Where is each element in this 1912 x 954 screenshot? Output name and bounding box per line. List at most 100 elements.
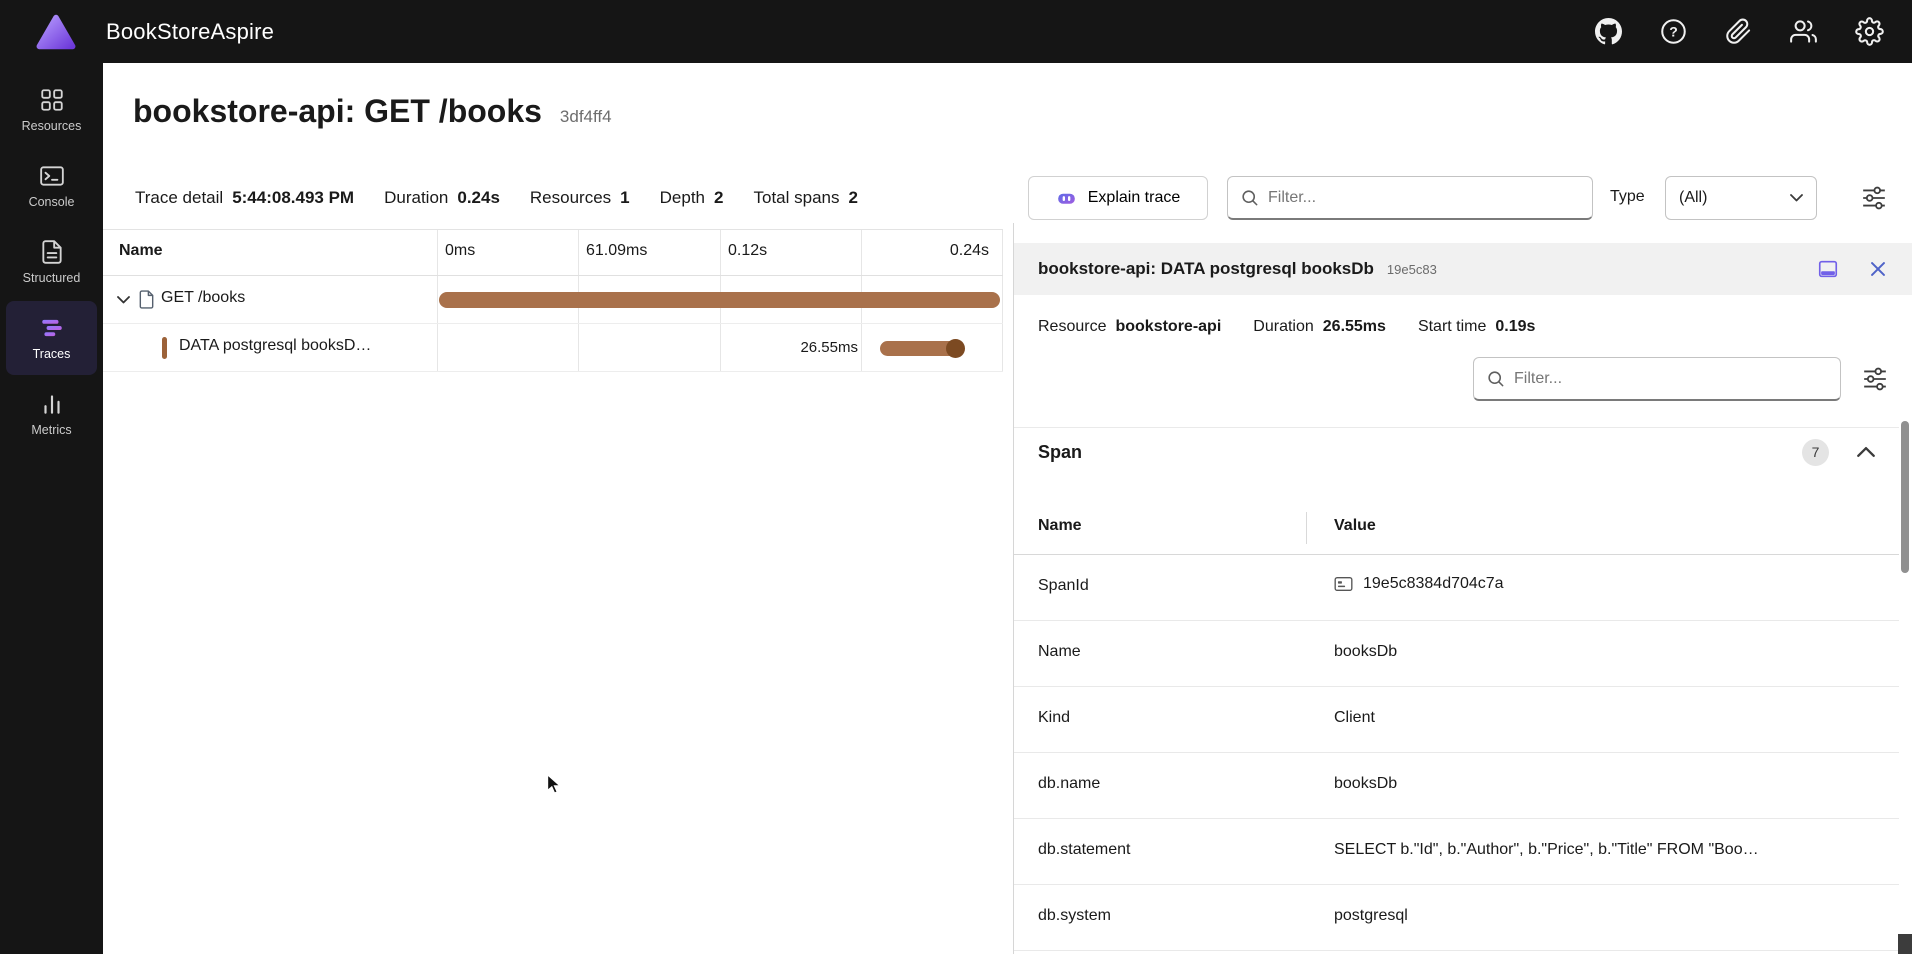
panel-filter-input[interactable]: [1514, 370, 1828, 388]
sidebar-item-resources[interactable]: Resources: [6, 73, 97, 147]
stat-value: 0.19s: [1495, 318, 1535, 336]
page-title: bookstore-api: GET /books: [133, 93, 542, 130]
panel-info-row: Resource bookstore-api Duration 26.55ms …: [1038, 318, 1535, 336]
column-divider: [1306, 512, 1307, 544]
panel-stat-duration: Duration 26.55ms: [1253, 318, 1386, 336]
time-tick: 0.24s: [950, 242, 989, 260]
panel-header: bookstore-api: DATA postgresql booksDb 1…: [1014, 243, 1912, 295]
sidebar-item-metrics[interactable]: Metrics: [6, 377, 97, 451]
feedback-paperclip-icon[interactable]: [1725, 18, 1752, 45]
sidebar-item-console[interactable]: Console: [6, 149, 97, 223]
properties-table-header: Name Value: [1014, 500, 1899, 555]
stat-label: Trace detail: [135, 188, 223, 208]
trace-id: 3df4ff4: [560, 107, 612, 127]
filter-options-icon[interactable]: [1861, 185, 1887, 211]
sidebar-label: Console: [29, 195, 75, 209]
settings-gear-icon[interactable]: [1855, 17, 1884, 46]
panel-filter-options-icon[interactable]: [1862, 366, 1888, 392]
stat-value: 2: [714, 188, 723, 208]
property-value: booksDb: [1334, 643, 1397, 661]
table-row[interactable]: Name booksDb: [1014, 621, 1899, 687]
panel-header-icons: [1817, 258, 1889, 280]
stat-label: Duration: [1253, 318, 1313, 336]
sidebar-item-structured[interactable]: Structured: [6, 225, 97, 299]
scrollbar-thumb[interactable]: [1901, 421, 1909, 573]
stat-value: 26.55ms: [1323, 318, 1386, 336]
structured-logs-icon: [39, 239, 65, 265]
traces-gantt-icon: [39, 315, 65, 341]
chevron-up-icon[interactable]: [1857, 445, 1875, 459]
app-title: BookStoreAspire: [106, 19, 274, 45]
span-row-child[interactable]: DATA postgresql booksD… 26.55ms: [103, 324, 1003, 372]
property-name: SpanId: [1038, 577, 1089, 595]
top-bar: BookStoreAspire ?: [0, 0, 1912, 63]
panel-filter-box: [1473, 357, 1841, 401]
github-icon[interactable]: [1595, 18, 1622, 45]
stat-value: bookstore-api: [1115, 318, 1221, 336]
stat-label: Start time: [1418, 318, 1486, 336]
close-icon[interactable]: [1867, 258, 1889, 280]
search-icon: [1240, 188, 1259, 207]
sidebar-item-traces[interactable]: Traces: [6, 301, 97, 375]
span-bar-child[interactable]: [880, 341, 964, 356]
span-details-panel: bookstore-api: DATA postgresql booksDb 1…: [1013, 223, 1912, 954]
trace-filter-box: [1227, 176, 1593, 220]
table-row[interactable]: SpanId 19e5c8384d704c7a: [1014, 555, 1899, 621]
time-tick: 0.12s: [728, 242, 767, 260]
mouse-cursor: [543, 773, 565, 795]
trace-summary-row: Trace detail 5:44:08.493 PM Duration 0.2…: [135, 176, 858, 220]
community-people-icon[interactable]: [1790, 18, 1817, 45]
table-row[interactable]: db.statement SELECT b."Id", b."Author", …: [1014, 819, 1899, 885]
stat-label: Depth: [660, 188, 705, 208]
stat-trace-detail: Trace detail 5:44:08.493 PM: [135, 188, 354, 208]
property-value: booksDb: [1334, 775, 1397, 793]
table-row[interactable]: db.system postgresql: [1014, 885, 1899, 951]
main-content: bookstore-api: GET /books 3df4ff4 Trace …: [103, 63, 1912, 954]
stat-total-spans: Total spans 2: [753, 188, 857, 208]
dock-panel-icon[interactable]: [1817, 258, 1839, 280]
span-color-tick: [162, 337, 167, 359]
panel-scrollbar[interactable]: [1898, 415, 1912, 954]
table-row[interactable]: db.name booksDb: [1014, 753, 1899, 819]
sidebar-label: Resources: [22, 119, 82, 133]
resources-grid-icon: [39, 87, 65, 113]
column-header-name: Name: [1038, 517, 1082, 535]
column-header-value: Value: [1334, 517, 1376, 535]
panel-title: bookstore-api: DATA postgresql booksDb: [1038, 259, 1374, 279]
property-value: postgresql: [1334, 907, 1408, 925]
span-name: DATA postgresql booksD…: [179, 337, 431, 355]
sidebar-label: Traces: [33, 347, 71, 361]
table-row[interactable]: Kind Client: [1014, 687, 1899, 753]
property-name: Kind: [1038, 709, 1070, 727]
sidebar-label: Metrics: [31, 423, 71, 437]
aspire-logo-icon: [36, 14, 76, 50]
property-name: Name: [1038, 643, 1081, 661]
type-select[interactable]: (All): [1665, 176, 1817, 220]
span-bar-root[interactable]: [439, 292, 1000, 308]
span-count-badge: 7: [1802, 439, 1829, 466]
trace-filter-input[interactable]: [1268, 189, 1580, 207]
stat-value: 1: [620, 188, 629, 208]
panel-stat-resource: Resource bookstore-api: [1038, 318, 1221, 336]
search-icon: [1486, 369, 1505, 388]
span-section-header[interactable]: Span 7: [1014, 428, 1899, 476]
stat-duration: Duration 0.24s: [384, 188, 500, 208]
chevron-down-icon: [1790, 194, 1803, 202]
stat-depth: Depth 2: [660, 188, 724, 208]
time-tick: 0ms: [445, 242, 475, 260]
panel-stat-start-time: Start time 0.19s: [1418, 318, 1536, 336]
explain-trace-button[interactable]: Explain trace: [1028, 176, 1208, 220]
page-title-row: bookstore-api: GET /books 3df4ff4: [133, 93, 612, 130]
scrollbar-bottom-button[interactable]: [1898, 934, 1912, 954]
stat-label: Duration: [384, 188, 448, 208]
help-icon[interactable]: ?: [1660, 18, 1687, 45]
span-event-knob: [946, 339, 965, 358]
document-icon: [139, 290, 154, 309]
span-duration-label: 26.55ms: [758, 339, 858, 356]
panel-span-id-short: 19e5c83: [1387, 262, 1437, 277]
trace-waterfall: Name 0ms 61.09ms 0.12s 0.24s GET /books …: [103, 229, 1003, 954]
span-row-root[interactable]: GET /books: [103, 276, 1003, 324]
copilot-icon: [1056, 188, 1077, 209]
expand-chevron-icon[interactable]: [117, 296, 130, 304]
span-properties-section: Span 7 Name Value SpanId: [1014, 427, 1899, 951]
